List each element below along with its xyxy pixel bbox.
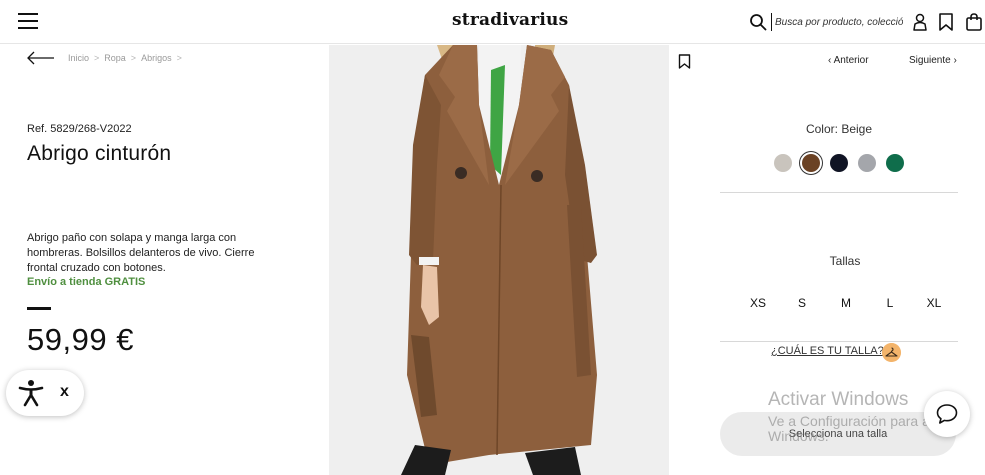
color-swatch-green[interactable] (886, 154, 904, 172)
accessibility-close-button[interactable]: x (60, 383, 69, 401)
breadcrumb: Inicio > Ropa > Abrigos > (68, 53, 182, 63)
color-swatch-brown[interactable] (802, 154, 820, 172)
color-swatch-navy[interactable] (830, 154, 848, 172)
previous-label: Anterior (833, 55, 869, 66)
breadcrumb-item-inicio[interactable]: Inicio (68, 53, 89, 63)
product-title: Abrigo cinturón (27, 142, 172, 165)
previous-product-link[interactable]: ‹ Anterior (828, 55, 869, 66)
next-product-link[interactable]: Siguiente › (909, 55, 957, 66)
size-option-xl[interactable]: XL (912, 296, 956, 310)
breadcrumb-separator: > (130, 53, 137, 63)
color-swatch-grey[interactable] (858, 154, 876, 172)
size-option-xs[interactable]: XS (736, 296, 780, 310)
color-label: Color: Beige (805, 122, 873, 136)
chevron-right-icon: › (950, 55, 957, 66)
chat-bubble-icon (936, 404, 958, 424)
wishlist-icon[interactable] (678, 54, 691, 69)
menu-icon[interactable] (18, 13, 38, 31)
divider (720, 341, 958, 342)
product-price: 59,99 € (27, 322, 134, 357)
logo[interactable]: stradivarius (452, 10, 568, 30)
divider (720, 192, 958, 193)
color-swatches (774, 154, 904, 172)
search-input[interactable] (771, 13, 903, 31)
size-options: XS S M L XL (736, 296, 956, 310)
accessibility-widget: x (6, 370, 84, 416)
product-description: Abrigo paño con solapa y manga larga con… (27, 232, 255, 274)
color-swatch-beige[interactable] (774, 154, 792, 172)
coat-model-illustration (329, 45, 669, 475)
product-image[interactable] (329, 45, 669, 475)
size-guide-link[interactable]: ¿CUÁL ES TU TALLA? (771, 345, 884, 357)
search-icon[interactable] (749, 13, 767, 31)
accessibility-icon[interactable] (18, 379, 44, 407)
sizes-label: Tallas (829, 254, 861, 268)
chat-button[interactable] (924, 391, 970, 437)
size-option-s[interactable]: S (780, 296, 824, 310)
breadcrumb-separator: > (94, 53, 100, 63)
shipping-info: Envío a tienda GRATIS (27, 276, 146, 288)
user-icon[interactable] (911, 13, 929, 31)
back-arrow-icon[interactable] (26, 50, 56, 66)
price-divider (27, 307, 51, 310)
breadcrumb-item-ropa[interactable]: Ropa (104, 53, 126, 63)
breadcrumb-separator: > (176, 53, 182, 63)
bag-icon[interactable] (965, 13, 983, 31)
product-reference: Ref. 5829/268-V2022 (27, 123, 132, 135)
bookmark-icon[interactable] (938, 13, 954, 31)
size-option-l[interactable]: L (868, 296, 912, 310)
hanger-icon[interactable] (882, 343, 901, 362)
next-label: Siguiente (909, 55, 951, 66)
windows-activation-title: Activar Windows (768, 389, 909, 410)
size-option-m[interactable]: M (824, 296, 868, 310)
site-header: stradivarius (0, 0, 985, 44)
breadcrumb-item-abrigos[interactable]: Abrigos (141, 53, 172, 63)
